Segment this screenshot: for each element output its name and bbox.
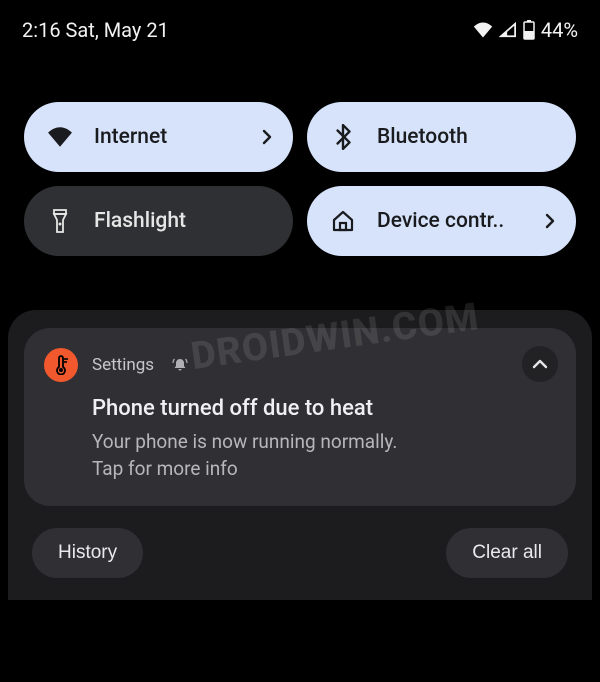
battery-percent: 44%: [541, 18, 578, 42]
qs-tile-label: Flashlight: [94, 209, 277, 233]
notification-body: Your phone is now running normally. Tap …: [92, 429, 556, 482]
flashlight-icon: [46, 208, 74, 234]
chevron-up-icon: [532, 359, 548, 369]
qs-tile-label: Device contr..: [377, 209, 540, 233]
battery-icon: [523, 20, 535, 40]
cellular-icon: [499, 22, 517, 38]
qs-tile-label: Internet: [94, 125, 257, 149]
qs-tile-bluetooth[interactable]: Bluetooth: [307, 102, 576, 172]
status-bar: 2:16 Sat, May 21 44%: [0, 0, 600, 52]
qs-tile-device-controls[interactable]: Device contr..: [307, 186, 576, 256]
home-icon: [329, 210, 357, 232]
qs-tile-internet[interactable]: Internet: [24, 102, 293, 172]
notification-app-name: Settings: [92, 355, 154, 375]
chevron-right-icon: [540, 213, 560, 229]
notification-actions: History Clear all: [24, 506, 576, 578]
notification-body-line: Your phone is now running normally.: [92, 429, 556, 456]
status-time-date: 2:16 Sat, May 21: [22, 18, 169, 42]
quick-settings-grid: Internet Bluetooth Flashlight Device con…: [0, 52, 600, 276]
bluetooth-icon: [329, 124, 357, 150]
wifi-icon: [46, 127, 74, 147]
notification-title: Phone turned off due to heat: [92, 396, 556, 421]
qs-tile-label: Bluetooth: [377, 125, 560, 149]
qs-tile-flashlight[interactable]: Flashlight: [24, 186, 293, 256]
history-button[interactable]: History: [32, 528, 143, 578]
chevron-right-icon: [257, 129, 277, 145]
clear-all-button[interactable]: Clear all: [446, 528, 568, 578]
thermometer-icon: [44, 348, 78, 382]
wifi-icon: [473, 22, 493, 38]
notification-panel: Settings Phone turned off due to heat Yo…: [8, 310, 592, 600]
bell-ring-icon: [172, 357, 188, 373]
notification-card[interactable]: Settings Phone turned off due to heat Yo…: [24, 328, 576, 506]
notification-header: Settings: [44, 348, 556, 382]
status-right: 44%: [473, 18, 578, 42]
notification-body-line: Tap for more info: [92, 456, 556, 483]
collapse-button[interactable]: [522, 346, 558, 382]
